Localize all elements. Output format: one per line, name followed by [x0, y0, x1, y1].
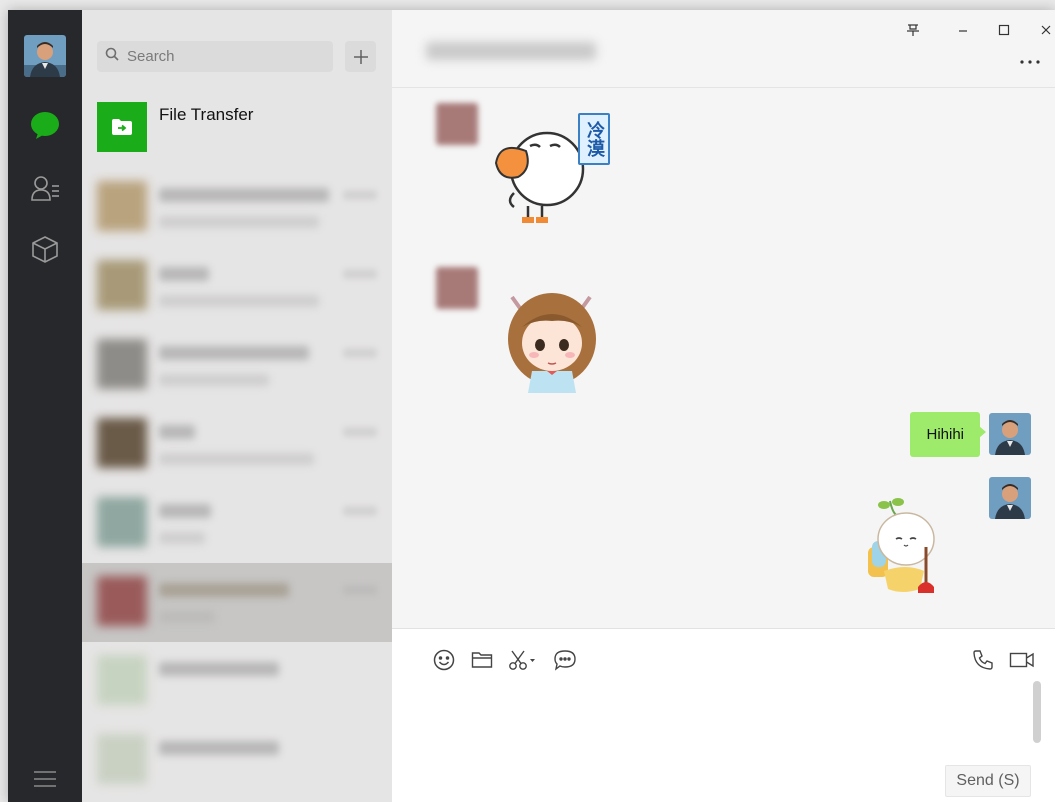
chat-avatar — [97, 181, 147, 231]
blurred-message — [159, 611, 215, 623]
chat-header — [392, 10, 1055, 88]
blurred-message — [159, 532, 205, 544]
chat-item[interactable] — [82, 642, 392, 721]
chat-item[interactable] — [82, 484, 392, 563]
composer: Send (S) — [392, 628, 1055, 802]
chat-avatar — [97, 497, 147, 547]
more-icon[interactable] — [1019, 52, 1041, 69]
nav-sidebar — [8, 10, 82, 802]
blurred-time — [343, 348, 377, 358]
chat-item-file-transfer[interactable]: File Transfer — [82, 89, 392, 168]
girl-sticker[interactable] — [502, 287, 602, 397]
chat-avatar — [97, 260, 147, 310]
chat-icon[interactable] — [28, 108, 62, 142]
pin-icon[interactable] — [900, 20, 926, 40]
chat-item[interactable] — [82, 326, 392, 405]
menu-icon[interactable] — [28, 762, 62, 796]
chat-avatar — [97, 418, 147, 468]
maximize-icon[interactable] — [991, 20, 1017, 40]
minimize-icon[interactable] — [950, 20, 976, 40]
wechat-window: File Transfer — [8, 10, 1055, 802]
chat-title-blurred — [426, 42, 596, 60]
blurred-message — [159, 295, 319, 307]
blurred-message — [159, 374, 269, 386]
search-box[interactable] — [97, 41, 333, 72]
chat-avatar — [97, 339, 147, 389]
search-icon — [105, 47, 119, 66]
contacts-icon[interactable] — [28, 171, 62, 205]
contact-avatar[interactable] — [436, 103, 478, 145]
blurred-name — [159, 188, 329, 202]
close-icon[interactable] — [1033, 20, 1055, 40]
blurred-name — [159, 425, 195, 439]
add-button[interactable] — [345, 41, 376, 72]
sticker-caption: 冷漠 — [578, 113, 610, 165]
blurred-name — [159, 267, 209, 281]
chat-history-icon[interactable] — [552, 648, 578, 672]
my-text-bubble[interactable]: Hihihi — [910, 412, 986, 457]
chat-item[interactable] — [82, 405, 392, 484]
chat-avatar — [97, 734, 147, 784]
input-scrollbar[interactable] — [1033, 681, 1041, 743]
chat-item-name: File Transfer — [159, 105, 254, 124]
my-avatar[interactable] — [989, 413, 1031, 455]
chat-avatar — [97, 655, 147, 705]
folder-icon[interactable] — [469, 648, 495, 672]
blurred-name — [159, 741, 279, 755]
blurred-name — [159, 583, 289, 597]
phone-icon[interactable] — [970, 648, 996, 672]
blurred-time — [343, 506, 377, 516]
blurred-message — [159, 216, 319, 228]
blurred-time — [343, 427, 377, 437]
user-avatar[interactable] — [24, 35, 66, 77]
toilet-sprout-sticker[interactable] — [862, 497, 952, 607]
video-icon[interactable] — [1007, 648, 1037, 672]
blurred-name — [159, 504, 211, 518]
plus-icon — [353, 49, 368, 64]
blurred-name — [159, 662, 279, 676]
chat-list-panel: File Transfer — [82, 10, 392, 802]
message-input[interactable] — [422, 679, 1012, 769]
chat-item[interactable] — [82, 721, 392, 800]
contact-avatar[interactable] — [436, 267, 478, 309]
blurred-name — [159, 346, 309, 360]
blurred-time — [343, 190, 377, 200]
search-input[interactable] — [127, 48, 317, 65]
chat-item[interactable] — [82, 247, 392, 326]
chat-item[interactable] — [82, 168, 392, 247]
chat-panel: 冷漠 Hihihi Send (S) — [392, 10, 1055, 802]
send-button[interactable]: Send (S) — [945, 765, 1031, 797]
favorites-cube-icon[interactable] — [28, 232, 62, 266]
blurred-time — [343, 269, 377, 279]
my-avatar[interactable] — [989, 477, 1031, 519]
file-transfer-icon — [97, 102, 147, 152]
chat-avatar — [97, 576, 147, 626]
scissors-icon[interactable] — [506, 648, 540, 672]
emoji-icon[interactable] — [431, 648, 457, 672]
blurred-time — [343, 585, 377, 595]
chat-item-selected[interactable] — [82, 563, 392, 642]
blurred-message — [159, 453, 314, 465]
message-area[interactable]: 冷漠 Hihihi — [392, 89, 1055, 628]
